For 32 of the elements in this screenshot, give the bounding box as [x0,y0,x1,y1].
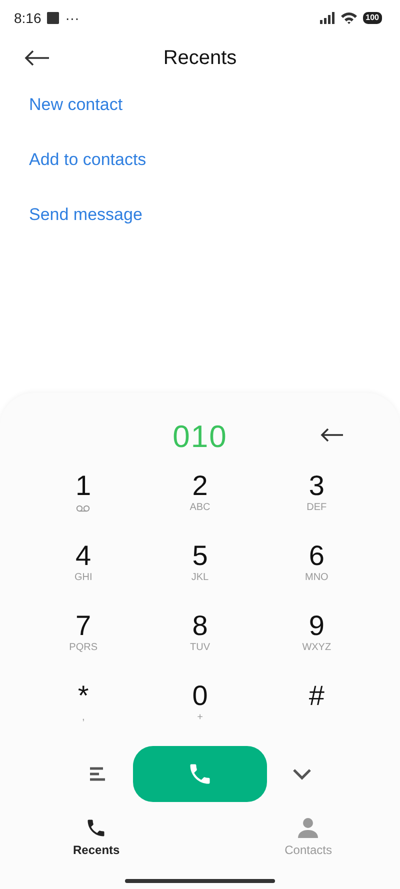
clock: 8:16 [14,10,42,26]
dial-key[interactable]: 2 ABC [154,467,245,529]
phone-icon [85,817,108,839]
page-title: Recents [163,46,237,70]
nav-tab[interactable]: Recents [65,813,128,861]
backspace-arrow-icon [320,428,344,442]
more-notifications: ··· [65,10,80,26]
action-link[interactable]: Send message [29,204,142,226]
voicemail-icon [76,504,90,512]
back-arrow-icon [24,50,50,66]
dial-key[interactable]: 1 [38,467,128,529]
dial-key[interactable]: 9 WXYZ [272,607,362,669]
chevron-down-icon [292,768,312,780]
dial-key[interactable]: 0 + [154,677,245,739]
wifi-icon [340,12,357,24]
dialed-number: 010 [172,419,228,455]
dial-key[interactable]: # [272,677,362,739]
dial-key[interactable]: 7 PQRS [38,607,128,669]
menu-icon [89,767,107,781]
dial-key[interactable]: 8 TUV [154,607,245,669]
person-icon [297,817,320,839]
backspace-button[interactable] [318,426,346,444]
dial-key[interactable]: 6 MNO [272,537,362,599]
dial-key[interactable]: * , [38,677,128,739]
dial-key[interactable]: 4 GHI [38,537,128,599]
dial-key[interactable]: 3 DEF [272,467,362,529]
action-link[interactable]: Add to contacts [29,149,146,171]
battery-icon: 100 [362,12,382,24]
signal-icon [320,12,335,24]
action-link[interactable]: New contact [29,94,123,116]
notification-icon [47,12,60,24]
dial-key[interactable]: 5 JKL [154,537,245,599]
